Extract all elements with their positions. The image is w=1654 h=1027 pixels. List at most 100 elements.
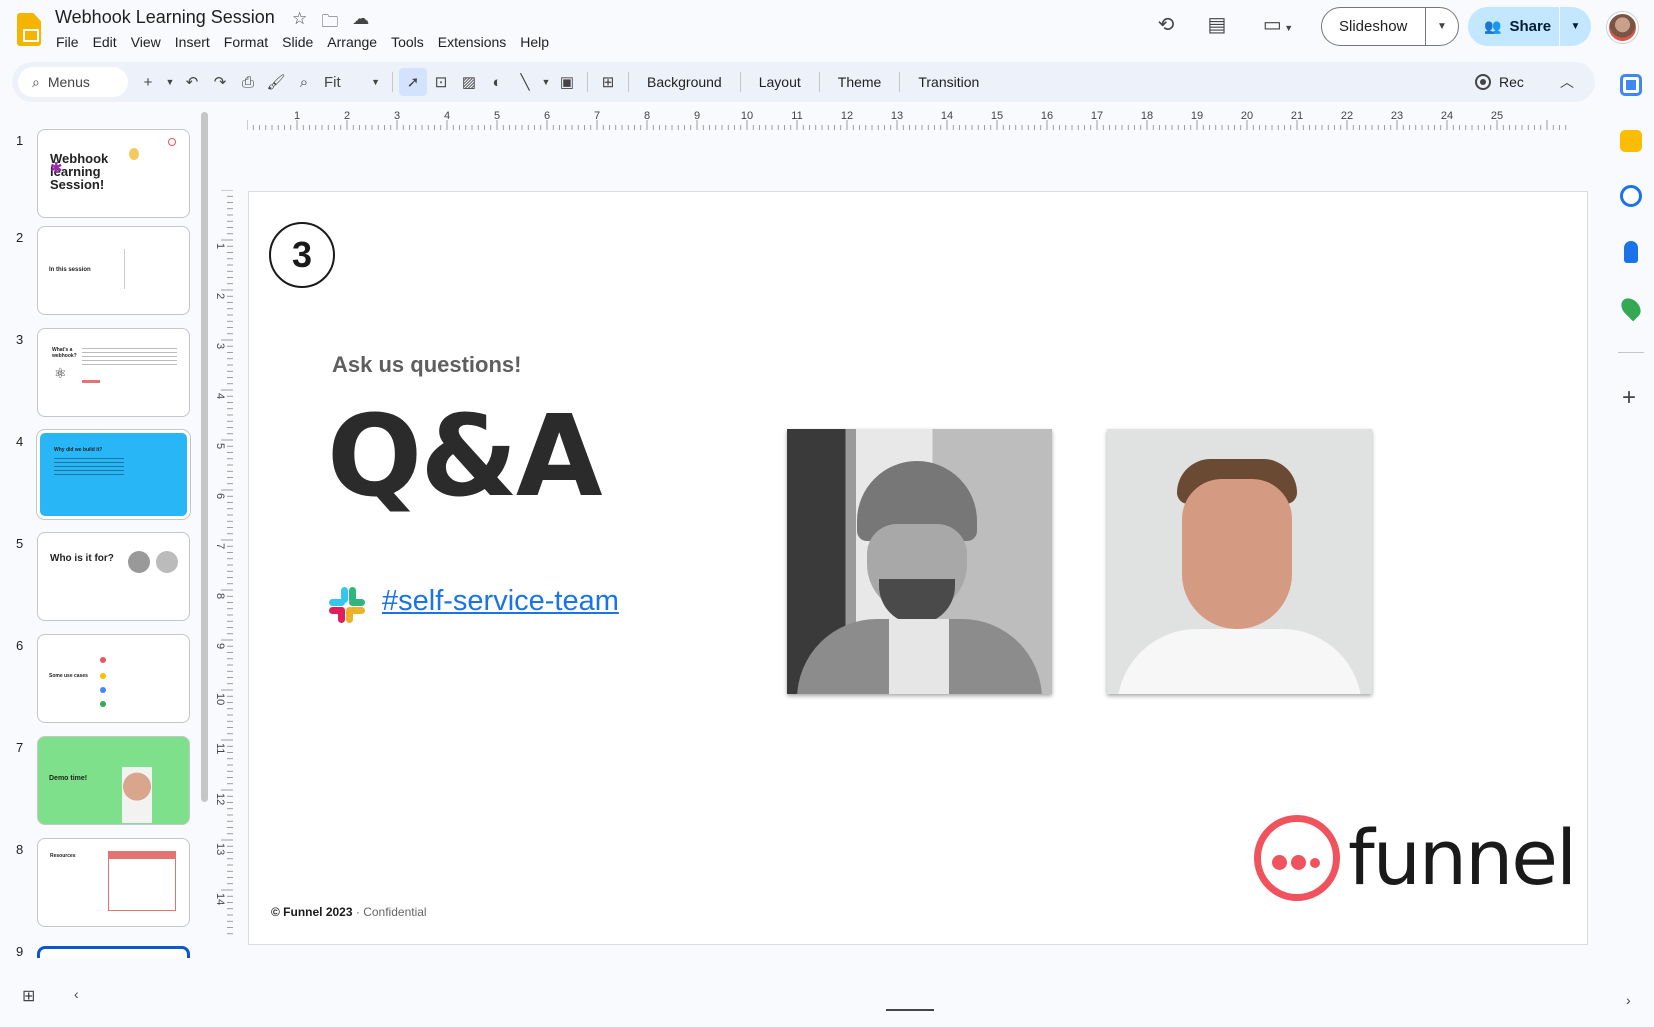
menu-slide[interactable]: Slide bbox=[275, 34, 320, 50]
select-cursor-icon[interactable]: ➚ bbox=[399, 68, 427, 96]
ruler-label: 3 bbox=[214, 343, 226, 349]
menu-bar: File Edit View Insert Format Slide Arrange Tool… bbox=[56, 34, 556, 50]
menu-format[interactable]: Format bbox=[217, 34, 275, 50]
menu-tools[interactable]: Tools bbox=[384, 34, 431, 50]
paint-format-icon[interactable]: 🖌 bbox=[262, 68, 290, 96]
menu-help[interactable]: Help bbox=[513, 34, 556, 50]
redo-icon[interactable]: ↷ bbox=[206, 68, 234, 96]
slideshow-button[interactable]: Slideshow ▼ bbox=[1321, 7, 1459, 46]
slides-logo-icon[interactable] bbox=[17, 13, 41, 46]
comments-icon[interactable]: ▤ bbox=[1205, 12, 1229, 37]
person-photo bbox=[122, 767, 152, 823]
chevron-down-icon[interactable]: ▼ bbox=[1426, 21, 1458, 32]
thumb-title: What's a webhook? bbox=[52, 347, 77, 359]
rec-button[interactable]: Rec bbox=[1475, 62, 1524, 102]
slide-thumb-6[interactable]: Some use cases bbox=[37, 634, 190, 723]
menu-edit[interactable]: Edit bbox=[86, 34, 124, 50]
version-history-icon[interactable]: ⟲ bbox=[1154, 12, 1178, 37]
funnel-logo[interactable]: funnel bbox=[1254, 813, 1577, 902]
menu-file[interactable]: File bbox=[56, 34, 86, 50]
people-icon: 👥 bbox=[1484, 18, 1502, 34]
share-button[interactable]: 👥 Share ▼ bbox=[1468, 7, 1591, 46]
text-lines bbox=[54, 455, 124, 475]
filmstrip: 1 Webhook learning Session! ✱ 2 In this … bbox=[0, 108, 212, 958]
horizontal-ruler[interactable]: 1 2 3 4 5 6 7 8 9 10 11 12 13 14 15 16 17 18 19 20 21 22 23 24 2… bbox=[247, 110, 1587, 130]
speaker-photo-1[interactable] bbox=[787, 429, 1052, 694]
tasks-icon[interactable] bbox=[1620, 185, 1642, 207]
chevron-right-icon[interactable]: › bbox=[1626, 992, 1631, 1008]
funnel-logo-word: funnel bbox=[1348, 813, 1577, 902]
vertical-ruler[interactable]: 1234567891011121314 bbox=[213, 190, 233, 950]
background-button[interactable]: Background bbox=[635, 74, 734, 90]
line-icon[interactable]: ╲ bbox=[511, 68, 539, 96]
comment-add-icon[interactable]: ⊞ bbox=[594, 68, 622, 96]
slide-title[interactable]: Q&A bbox=[327, 392, 603, 522]
search-menus[interactable]: ⌕ Menus bbox=[18, 67, 128, 97]
undo-icon[interactable]: ↶ bbox=[178, 68, 206, 96]
filmstrip-scrollbar[interactable] bbox=[201, 112, 208, 802]
chevron-down-icon[interactable]: ▼ bbox=[539, 68, 553, 96]
menu-insert[interactable]: Insert bbox=[168, 34, 217, 50]
slide-thumb-7[interactable]: Demo time! bbox=[37, 736, 190, 825]
slide-thumb-4[interactable]: Why did we build it? bbox=[37, 430, 190, 519]
print-icon[interactable]: ⎙ bbox=[234, 68, 262, 96]
meet-icon[interactable]: ▭ ▼ bbox=[1258, 12, 1298, 37]
chevron-down-icon[interactable]: ▼ bbox=[1560, 21, 1591, 32]
maps-icon[interactable] bbox=[1617, 294, 1645, 322]
ruler-label: 14 bbox=[214, 893, 226, 905]
slide-footer[interactable]: © Funnel 2023 · Confidential bbox=[271, 905, 427, 919]
slide-number: 5 bbox=[16, 536, 24, 551]
ruler-label: 12 bbox=[214, 793, 226, 805]
slide-number-badge[interactable]: 3 bbox=[269, 222, 335, 288]
slide-thumb-3[interactable]: What's a webhook? ⚛ bbox=[37, 328, 190, 417]
zoom-icon[interactable]: ⌕ bbox=[290, 68, 318, 96]
text-box-icon[interactable]: ⊡ bbox=[427, 68, 455, 96]
footer-company: © Funnel 2023 bbox=[271, 905, 353, 919]
slide-canvas[interactable]: 3 Ask us questions! Q&A #self-service-te… bbox=[248, 191, 1588, 945]
ruler-label: 7 bbox=[214, 543, 226, 549]
ruler-label: 13 bbox=[214, 843, 226, 855]
shape-icon[interactable]: ◐ bbox=[483, 68, 511, 96]
slide-thumb-2[interactable]: In this session bbox=[37, 226, 190, 315]
bullet-icon bbox=[100, 687, 106, 693]
video-icon[interactable]: ▣ bbox=[553, 68, 581, 96]
image-icon[interactable]: ▨ bbox=[455, 68, 483, 96]
layout-button[interactable]: Layout bbox=[747, 74, 813, 90]
divider bbox=[587, 72, 588, 92]
logo-dot bbox=[1291, 855, 1306, 870]
ruler-label: 9 bbox=[214, 643, 226, 649]
contacts-icon[interactable] bbox=[1624, 241, 1638, 263]
transition-button[interactable]: Transition bbox=[906, 74, 991, 90]
calendar-icon[interactable] bbox=[1620, 74, 1642, 96]
chevron-left-icon[interactable]: ‹ bbox=[74, 986, 79, 1002]
menu-view[interactable]: View bbox=[124, 34, 168, 50]
menu-extensions[interactable]: Extensions bbox=[431, 34, 513, 50]
thumb-title: Why did we build it? bbox=[54, 447, 103, 453]
keep-icon[interactable] bbox=[1620, 130, 1642, 152]
new-slide-icon[interactable]: + bbox=[134, 68, 162, 96]
add-addon-icon[interactable]: + bbox=[1622, 384, 1636, 412]
chevron-up-icon[interactable]: ︿ bbox=[1560, 72, 1574, 92]
speaker-notes-handle[interactable] bbox=[886, 1009, 934, 1011]
theme-button[interactable]: Theme bbox=[826, 74, 894, 90]
speaker-photo-2[interactable] bbox=[1107, 429, 1372, 694]
chevron-down-icon[interactable]: ▼ bbox=[162, 68, 178, 96]
slide-number: 3 bbox=[16, 332, 24, 347]
zoom-select[interactable]: Fit ▼ bbox=[318, 68, 386, 96]
slide-thumb-9[interactable] bbox=[37, 946, 190, 958]
share-main[interactable]: 👥 Share bbox=[1468, 7, 1560, 46]
slide-thumb-1[interactable]: Webhook learning Session! ✱ bbox=[37, 129, 190, 218]
grid-view-icon[interactable]: ⊞ bbox=[22, 986, 35, 1006]
slide-number: 2 bbox=[16, 230, 24, 245]
document-title[interactable]: Webhook Learning Session bbox=[55, 7, 275, 28]
slide-subtitle[interactable]: Ask us questions! bbox=[332, 352, 521, 378]
toolbar: ⌕ Menus + ▼ ↶ ↷ ⎙ 🖌 ⌕ Fit ▼ ➚ ⊡ ▨ ◐ ╲ ▼ … bbox=[12, 62, 1595, 102]
avatar[interactable] bbox=[1607, 12, 1638, 43]
slide-thumb-5[interactable]: Who is it for? bbox=[37, 532, 190, 621]
slideshow-label[interactable]: Slideshow bbox=[1322, 8, 1426, 45]
slack-channel-link[interactable]: #self-service-team bbox=[382, 585, 619, 618]
menu-arrange[interactable]: Arrange bbox=[320, 34, 384, 50]
divider bbox=[1618, 352, 1644, 353]
text-lines bbox=[82, 345, 177, 365]
slide-thumb-8[interactable]: Resources bbox=[37, 838, 190, 927]
